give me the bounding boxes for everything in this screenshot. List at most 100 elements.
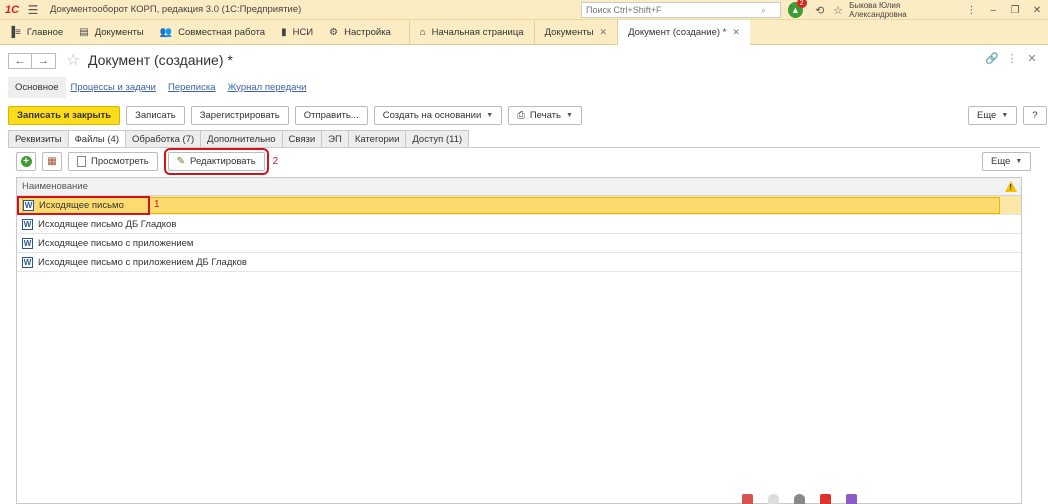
files-toolbar: + ▦ Просмотреть ✎ Редактировать 2 [16, 148, 279, 175]
search-icon[interactable]: ⌕ [761, 5, 766, 16]
close-button[interactable]: ✕ [1026, 5, 1048, 16]
create-based-button[interactable]: Создать на основании ▼ [373, 106, 503, 125]
column-header-name[interactable]: Наименование [22, 181, 88, 192]
warning-mark: ! [1009, 183, 1012, 192]
row-cell[interactable]: W Исходящее письмо [22, 196, 1000, 214]
tab-ep[interactable]: ЭП [321, 130, 349, 147]
table-row[interactable]: W Исходящее письмо с приложением [17, 234, 1021, 253]
section-nsi[interactable]: ▮ НСИ [273, 20, 321, 45]
document-icon [77, 156, 86, 167]
notifications-icon[interactable]: ▲ 2 [788, 0, 807, 18]
more-icon[interactable]: ⋮ [960, 5, 982, 16]
button-label: Создать на основании [382, 110, 482, 121]
table-row[interactable]: W Исходящее письмо с приложением ДБ Глад… [17, 253, 1021, 272]
view-file-button[interactable]: Просмотреть [68, 152, 158, 171]
main-menu-icon[interactable]: ☰ [24, 3, 42, 17]
app-circle-icon[interactable] [768, 494, 779, 504]
button-label: Еще [977, 110, 997, 121]
annotation-step-1: 1 [154, 199, 160, 210]
send-button[interactable]: Отправить... [294, 106, 368, 125]
minimize-button[interactable]: – [982, 5, 1004, 16]
tab-label: Документы [544, 26, 594, 38]
word-file-icon: W [22, 218, 33, 230]
register-button[interactable]: Зарегистрировать [190, 106, 289, 125]
tab-files[interactable]: Файлы (4) [67, 130, 126, 148]
plus-icon: + [20, 156, 32, 167]
tab-access[interactable]: Доступ (11) [405, 130, 470, 147]
sections-panel: ▐≡ Главное ▤ Документы 👥 Совместная рабо… [0, 19, 1048, 45]
close-tab-icon[interactable]: ✕ [732, 27, 740, 38]
home-icon: ⌂ [419, 26, 426, 38]
history-icon[interactable]: ⟲ [811, 4, 829, 17]
tab-document-create[interactable]: Документ (создание) * ✕ [617, 19, 750, 45]
write-button[interactable]: Записать [126, 106, 185, 125]
link-main[interactable]: Основное [8, 76, 66, 98]
section-label: НСИ [292, 26, 314, 38]
people-icon: 👥 [159, 26, 173, 38]
section-collaboration[interactable]: 👥 Совместная работа [152, 20, 273, 45]
table-row[interactable]: W Исходящее письмо ДБ Гладков [17, 215, 1021, 234]
tab-categories[interactable]: Категории [347, 130, 407, 147]
add-from-clipboard-button[interactable]: ▦ [42, 152, 62, 171]
more-button[interactable]: Еще ▼ [968, 106, 1018, 125]
search-input[interactable] [586, 5, 761, 15]
tab-additional[interactable]: Дополнительно [200, 130, 283, 147]
file-name: Исходящее письмо с приложением [38, 237, 194, 249]
button-label: Еще [991, 156, 1011, 167]
tab-home[interactable]: ⌂ Начальная страница [408, 19, 534, 45]
help-button[interactable]: ? [1023, 106, 1047, 125]
app-red-icon[interactable] [742, 494, 753, 504]
section-settings[interactable]: ⚙ Настройка [321, 20, 399, 45]
link-processes[interactable]: Процессы и задачи [71, 82, 156, 93]
tab-divider [8, 147, 1040, 148]
taskbar-fragment [742, 494, 872, 504]
documents-icon: ▤ [79, 26, 89, 38]
table-header: Наименование ! [17, 178, 1021, 196]
forward-button[interactable]: → [32, 53, 56, 69]
chevron-down-icon: ▼ [1015, 158, 1023, 165]
link-icon[interactable]: 🔗 [982, 52, 1002, 65]
close-tab-icon[interactable]: ✕ [600, 27, 608, 38]
add-file-button[interactable]: + [16, 152, 36, 171]
tab-links[interactable]: Связи [281, 130, 323, 147]
chevron-down-icon: ▼ [486, 112, 494, 119]
file-name: Исходящее письмо ДБ Гладков [38, 218, 177, 230]
app-vs-icon[interactable] [846, 494, 857, 504]
write-close-button[interactable]: Записать и закрыть [8, 106, 121, 125]
close-form-icon[interactable]: ✕ [1022, 52, 1042, 65]
tab-documents[interactable]: Документы ✕ [533, 19, 618, 45]
restore-button[interactable]: ❐ [1004, 5, 1026, 16]
link-transfer-log[interactable]: Журнал передачи [228, 82, 307, 93]
table-row[interactable]: W Исходящее письмо 1 [17, 196, 1021, 215]
tab-processing[interactable]: Обработка (7) [125, 130, 202, 147]
section-label: Главное [26, 26, 64, 38]
annotation-step-2: 2 [272, 156, 279, 167]
more-icon[interactable]: ⋮ [1002, 52, 1022, 65]
app-title: Документооборот КОРП, редакция 3.0 (1С:П… [50, 4, 302, 15]
global-search[interactable]: ⌕ [581, 2, 781, 18]
tab-label: Начальная страница [431, 26, 524, 38]
app-pdf-icon[interactable] [820, 494, 831, 504]
word-file-icon: W [22, 256, 33, 268]
app-dot-icon[interactable] [794, 494, 805, 504]
section-documents[interactable]: ▤ Документы [71, 20, 151, 45]
tab-requisites[interactable]: Реквизиты [8, 130, 69, 147]
link-correspondence[interactable]: Переписка [168, 82, 216, 93]
back-button[interactable]: ← [8, 53, 32, 69]
chevron-down-icon: ▼ [565, 112, 573, 119]
form-link-panel: Основное Процессы и задачи Переписка Жур… [8, 76, 318, 98]
favorites-icon[interactable]: ☆ [829, 4, 847, 17]
current-user[interactable]: Быкова Юлия Александровна [849, 1, 950, 19]
button-label: Просмотреть [91, 156, 149, 167]
nav-buttons: ← → [8, 53, 56, 69]
notifications-badge: 2 [796, 0, 807, 8]
file-name: Исходящее письмо с приложением ДБ Гладко… [38, 256, 247, 268]
section-label: Настройка [344, 26, 391, 38]
favorite-star-icon[interactable]: ☆ [66, 50, 80, 70]
command-bar: Записать и закрыть Записать Зарегистриро… [8, 106, 588, 125]
files-more-button[interactable]: Еще ▼ [982, 152, 1032, 171]
print-button[interactable]: ⎙ Печать ▼ [508, 106, 582, 125]
edit-file-button[interactable]: ✎ Редактировать [163, 148, 269, 175]
form-tabs: Реквизиты Файлы (4) Обработка (7) Дополн… [8, 130, 470, 148]
section-main[interactable]: ▐≡ Главное [0, 20, 71, 45]
